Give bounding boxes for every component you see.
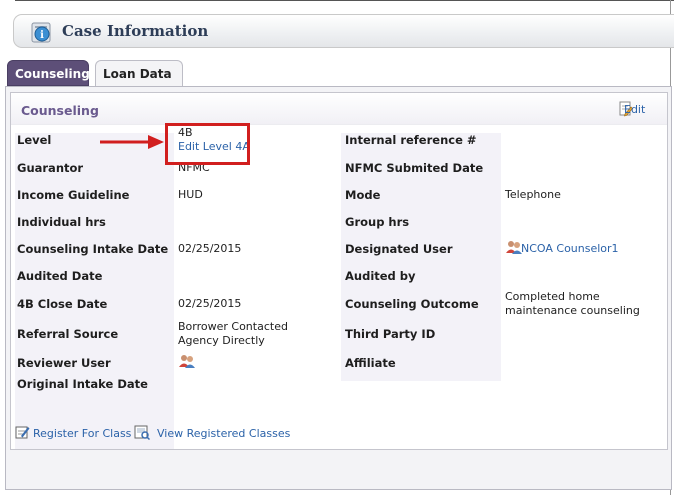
level-label: Level <box>17 133 52 147</box>
internal-reference-label: Internal reference # <box>345 133 477 147</box>
register-for-class-link[interactable]: Register For Class <box>33 427 131 440</box>
reviewer-user-label: Reviewer User <box>17 356 111 370</box>
counseling-intake-date-label: Counseling Intake Date <box>17 242 169 256</box>
audited-by-label: Audited by <box>345 269 416 283</box>
panel-title: Counseling <box>21 103 99 118</box>
affiliate-label: Affiliate <box>345 356 396 370</box>
close-date-value: 02/25/2015 <box>178 297 242 310</box>
red-arrow-annotation <box>100 135 164 149</box>
individual-hrs-label: Individual hrs <box>17 215 106 229</box>
tab-counseling[interactable]: Counseling <box>7 60 90 86</box>
case-information-header: i Case Information <box>13 14 674 48</box>
register-class-icon[interactable] <box>14 424 30 440</box>
highlight-box <box>165 123 250 165</box>
counseling-outcome-label: Counseling Outcome <box>345 297 479 311</box>
referral-source-label: Referral Source <box>17 327 119 341</box>
window-top-border <box>15 0 674 1</box>
page-title: Case Information <box>62 22 209 40</box>
svg-text:i: i <box>40 30 44 41</box>
counseling-intake-date-value: 02/25/2015 <box>178 242 242 255</box>
users-icon <box>506 241 522 254</box>
counseling-outcome-value: Completed home maintenance counseling <box>505 290 640 317</box>
audited-date-label: Audited Date <box>17 269 103 283</box>
third-party-id-label: Third Party ID <box>345 327 436 341</box>
income-guideline-label: Income Guideline <box>17 188 130 202</box>
close-date-label: 4B Close Date <box>17 297 108 311</box>
designated-user-label: Designated User <box>345 242 453 256</box>
mode-value: Telephone <box>505 188 561 201</box>
panel-header: Counseling Edit <box>11 93 667 125</box>
edit-button[interactable]: Edit <box>624 103 645 116</box>
nfmc-submitted-date-label: NFMC Submited Date <box>345 161 484 175</box>
view-classes-icon[interactable] <box>134 424 150 440</box>
tab-loan-data[interactable]: Loan Data <box>95 60 183 86</box>
view-registered-classes-link[interactable]: View Registered Classes <box>157 427 290 440</box>
group-hrs-label: Group hrs <box>345 215 410 229</box>
mode-label: Mode <box>345 188 381 202</box>
referral-source-value: Borrower Contacted Agency Directly <box>178 320 288 347</box>
designated-user-link[interactable]: NCOA Counselor1 <box>521 242 619 256</box>
left-label-column <box>15 133 174 449</box>
original-intake-date-label: Original Intake Date <box>17 377 148 391</box>
info-icon: i <box>31 22 51 43</box>
guarantor-label: Guarantor <box>17 161 84 175</box>
reviewer-users-icon[interactable] <box>179 354 195 368</box>
income-guideline-value: HUD <box>178 188 203 201</box>
